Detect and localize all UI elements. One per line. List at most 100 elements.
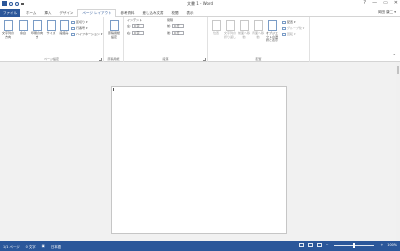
spacing-after-spinner[interactable]: 後: 0 行 — [167, 31, 184, 35]
bring-forward-button[interactable]: 前面へ移動 — [238, 20, 250, 39]
position-icon — [211, 20, 221, 31]
spacing-before-spinner[interactable]: 前: 0 行 — [167, 24, 184, 28]
wrap-text-button[interactable]: 文字列の折り返し — [224, 20, 236, 39]
send-backward-label: 背面へ移動 — [252, 31, 265, 39]
spacing-before-label: 前: — [167, 24, 172, 28]
indent-left-label: 左: — [127, 24, 132, 28]
hyphenation-button[interactable]: ハイフネーション ▾ — [71, 32, 102, 36]
line-numbers-button[interactable]: 行番号 ▾ — [71, 26, 87, 30]
line-numbers-label: 行番号 ▾ — [76, 26, 88, 30]
selection-pane-button[interactable]: オブジェクトの選択と表示 — [266, 20, 278, 43]
zoom-out-button[interactable]: − — [326, 243, 329, 247]
proofing-icon[interactable]: ▣ — [42, 244, 45, 249]
selection-pane-label: オブジェクトの選択と表示 — [266, 31, 279, 43]
rotate-button[interactable]: 回転 ▾ — [282, 32, 295, 36]
spacing-after-label: 後: — [167, 31, 172, 35]
breaks-label: 区切り ▾ — [76, 20, 88, 24]
document-area — [0, 62, 400, 241]
group-objects-button[interactable]: グループ化 ▾ — [282, 26, 304, 30]
text-direction-button[interactable]: 文字列の方向 — [2, 20, 14, 39]
margins-button[interactable]: 余白 — [17, 20, 29, 36]
minimize-button[interactable]: — — [372, 0, 377, 6]
print-layout-icon[interactable] — [307, 243, 313, 247]
orientation-button[interactable]: 印刷の向き — [31, 20, 43, 39]
indent-left-input[interactable]: 0 字 — [131, 24, 144, 28]
send-backward-button[interactable]: 背面へ移動 — [252, 20, 264, 39]
zoom-in-button[interactable]: + — [380, 243, 383, 247]
columns-label: 段組み — [59, 31, 69, 35]
scrollbar-thumb[interactable] — [397, 66, 399, 74]
tab-file[interactable]: ファイル — [0, 9, 20, 17]
ribbon-tab-row: ファイル ホーム 挿入 デザイン ページ レイアウト 参考資料 差し込み文書 校… — [0, 9, 400, 18]
bring-forward-label: 前面へ移動 — [238, 31, 251, 39]
language-indicator[interactable]: 日本語 — [51, 244, 61, 249]
paragraph-dialog-launcher-icon[interactable] — [203, 58, 206, 61]
group-label-paragraph: 段落 — [162, 57, 169, 61]
wrap-text-icon — [225, 20, 235, 31]
group-arrange: 位置 文字列の折り返し 前面へ移動 背面へ移動 オブジェクトの選択と表示 配置 … — [208, 17, 310, 62]
collapse-ribbon-icon[interactable]: ⌃ — [393, 53, 396, 58]
columns-icon — [59, 20, 69, 31]
breaks-icon — [71, 20, 75, 24]
user-account[interactable]: 岡田 康二 ▾ — [378, 10, 396, 15]
group-objects-label: グループ化 ▾ — [287, 26, 305, 30]
page-setup-dialog-launcher-icon[interactable] — [99, 58, 102, 61]
help-button[interactable]: ? — [363, 0, 366, 6]
line-numbers-icon — [71, 26, 75, 30]
align-label: 配置 ▾ — [287, 20, 296, 24]
spacing-after-input[interactable]: 0 行 — [171, 31, 184, 35]
breaks-button[interactable]: 区切り ▾ — [71, 20, 87, 24]
position-button[interactable]: 位置 — [210, 20, 222, 36]
rotate-icon — [282, 32, 286, 36]
size-label: サイズ — [46, 31, 56, 35]
margins-icon — [18, 20, 28, 31]
window-title: 文書 1 - Word — [186, 1, 214, 6]
status-right: − + 100% — [298, 242, 397, 248]
status-bar: 1/1 ページ 0 文字 ▣ 日本語 − + 100% — [0, 241, 400, 251]
status-left: 1/1 ページ 0 文字 ▣ 日本語 — [3, 244, 61, 249]
selection-pane-icon — [267, 20, 277, 31]
rotate-label: 回転 ▾ — [287, 32, 296, 36]
columns-button[interactable]: 段組み — [58, 20, 70, 36]
bring-forward-icon — [239, 20, 249, 31]
text-direction-icon — [3, 20, 13, 31]
group-paragraph: インデント 間隔 左: 0 字 右: 0 字 前: 0 行 後: 0 行 段落 — [124, 17, 208, 62]
manuscript-settings-label: 原稿用紙設定 — [108, 31, 121, 39]
zoom-slider-knob[interactable] — [353, 242, 356, 248]
send-backward-icon — [253, 20, 263, 31]
indent-left-spinner[interactable]: 左: 0 字 — [127, 24, 144, 28]
title-bar: 文書 1 - Word ? — ▭ ✕ — [0, 0, 400, 9]
document-page[interactable] — [111, 86, 287, 234]
margins-label: 余白 — [19, 31, 26, 35]
indent-right-input[interactable]: 0 字 — [131, 31, 144, 35]
group-objects-icon — [282, 26, 286, 30]
group-label-manuscript: 原稿用紙 — [107, 57, 120, 61]
maximize-button[interactable]: ▭ — [383, 0, 388, 6]
spacing-before-input[interactable]: 0 行 — [171, 24, 184, 28]
close-button[interactable]: ✕ — [394, 0, 398, 6]
spacing-heading: 間隔 — [167, 18, 174, 22]
word-count[interactable]: 0 文字 — [26, 244, 36, 249]
hyphenation-icon — [71, 32, 75, 36]
wrap-text-label: 文字列の折り返し — [224, 31, 237, 39]
page-count[interactable]: 1/1 ページ — [3, 244, 20, 249]
text-cursor — [113, 88, 114, 91]
manuscript-settings-button[interactable]: 原稿用紙設定 — [108, 20, 120, 39]
size-icon — [46, 20, 56, 31]
hyphenation-label: ハイフネーション ▾ — [76, 32, 103, 36]
ribbon: 文字列の方向 余白 印刷の向き サイズ 段組み 区切り ▾ 行番号 ▾ ハイフネ… — [0, 17, 400, 62]
group-label-page-setup: ページ設定 — [44, 57, 59, 61]
window-controls: ? — ▭ ✕ — [363, 0, 398, 6]
indent-heading: インデント — [127, 18, 143, 22]
vertical-scrollbar[interactable] — [396, 62, 400, 241]
indent-right-spinner[interactable]: 右: 0 字 — [127, 31, 144, 35]
align-button[interactable]: 配置 ▾ — [282, 20, 295, 24]
zoom-level[interactable]: 100% — [387, 243, 397, 247]
zoom-slider[interactable] — [334, 242, 375, 248]
size-button[interactable]: サイズ — [45, 20, 57, 36]
web-layout-icon[interactable] — [316, 243, 322, 247]
group-page-setup: 文字列の方向 余白 印刷の向き サイズ 段組み 区切り ▾ 行番号 ▾ ハイフネ… — [0, 17, 104, 62]
read-mode-icon[interactable] — [298, 243, 304, 247]
align-icon — [282, 20, 286, 24]
position-label: 位置 — [212, 31, 219, 35]
